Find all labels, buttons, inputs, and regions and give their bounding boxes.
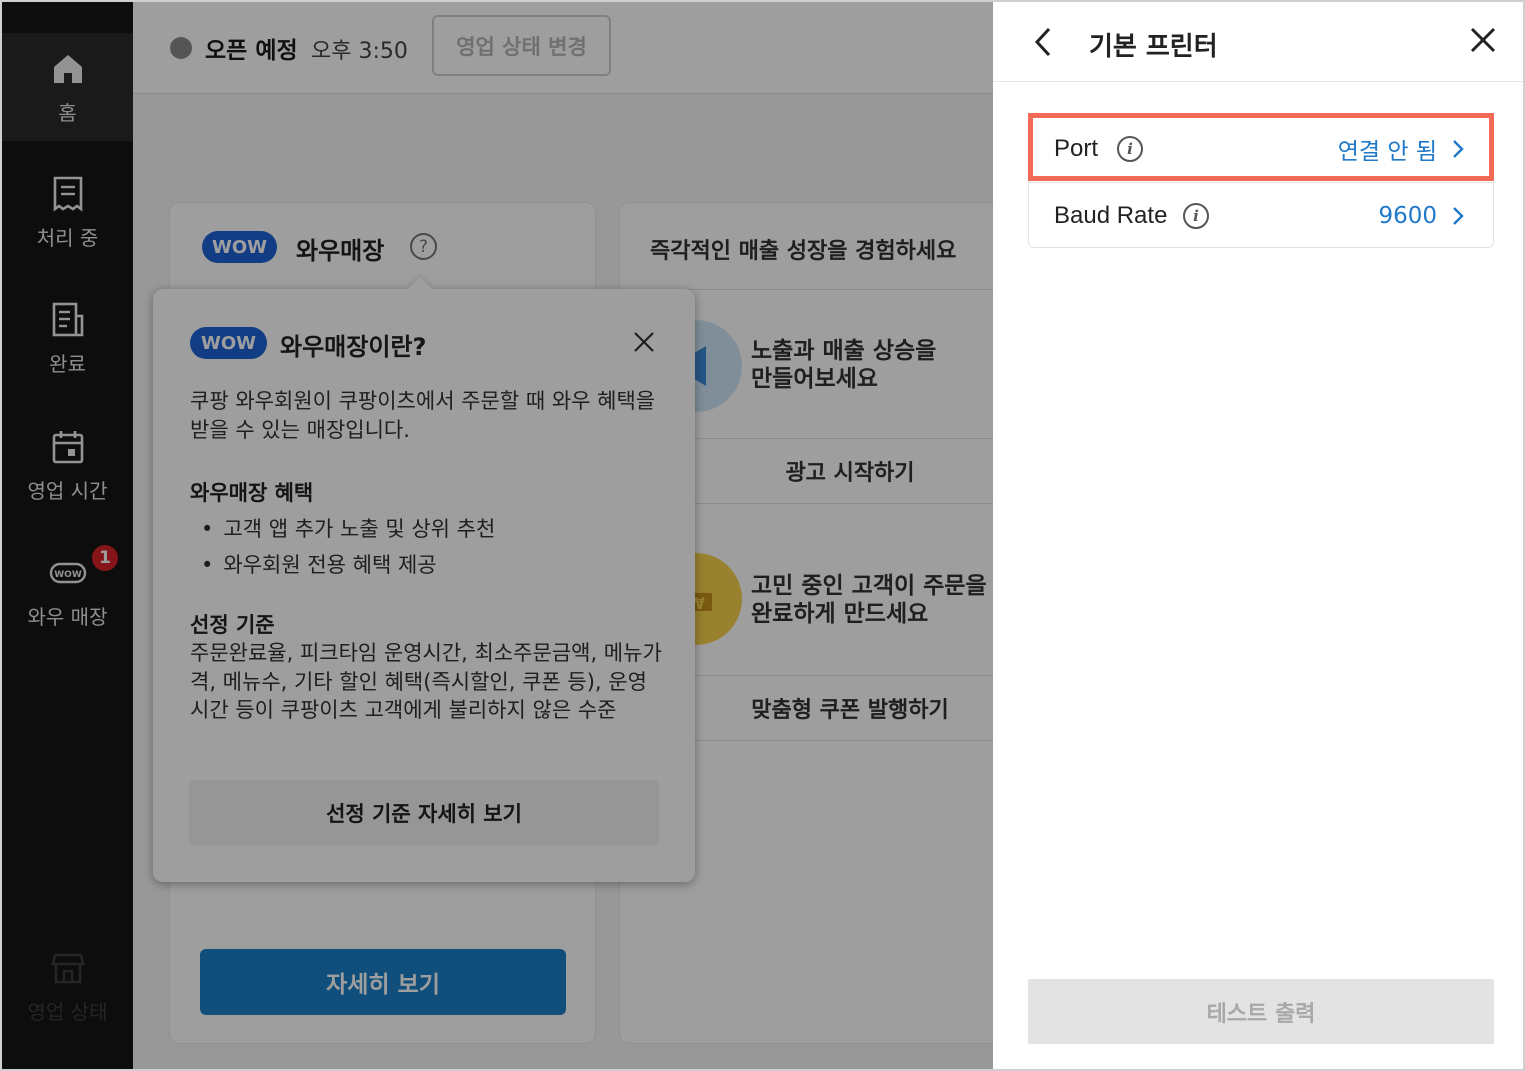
chevron-right-icon (1451, 138, 1465, 160)
setting-label: Port (1054, 135, 1099, 162)
panel-title: 기본 프린터 (1089, 32, 1218, 62)
back-arrow-icon[interactable] (1029, 24, 1059, 60)
setting-label: Baud Rate (1054, 202, 1168, 229)
chevron-right-icon (1451, 205, 1465, 227)
settings-list: Port i 연결 안 됨 Baud Rate i 9600 (1028, 115, 1495, 249)
setting-value: 연결 안 됨 (1337, 139, 1437, 165)
close-icon[interactable] (1467, 24, 1499, 56)
info-icon[interactable]: i (1117, 136, 1143, 162)
modal-overlay[interactable] (2, 2, 993, 1069)
port-setting-row[interactable]: Port i 연결 안 됨 (1029, 116, 1495, 182)
test-print-button[interactable]: 테스트 출력 (1028, 979, 1494, 1044)
app-window: 홈 처리 중 완료 영업 시간 WOW 와우 매장 1 영업 상태 오픈 예정 … (0, 0, 1525, 1071)
baud-rate-setting-row[interactable]: Baud Rate i 9600 (1029, 183, 1495, 249)
panel-header: 기본 프린터 (993, 2, 1523, 82)
info-icon[interactable]: i (1183, 203, 1209, 229)
setting-value: 9600 (1378, 203, 1437, 229)
printer-settings-panel: 기본 프린터 Port i 연결 안 됨 Baud Rate i 9600 테스… (993, 2, 1523, 1069)
